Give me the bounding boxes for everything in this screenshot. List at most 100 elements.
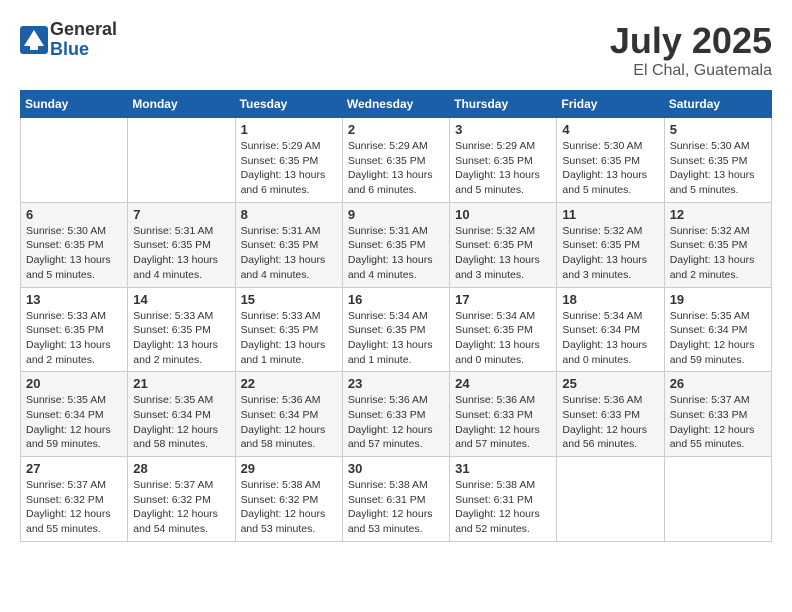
day-info: Sunrise: 5:32 AM Sunset: 6:35 PM Dayligh…: [455, 224, 551, 283]
calendar-cell: 20 Sunrise: 5:35 AM Sunset: 6:34 PM Dayli…: [21, 372, 128, 457]
day-number: 11: [562, 207, 658, 222]
day-info: Sunrise: 5:30 AM Sunset: 6:35 PM Dayligh…: [26, 224, 122, 283]
calendar-cell: [557, 457, 664, 542]
day-info: Sunrise: 5:33 AM Sunset: 6:35 PM Dayligh…: [26, 309, 122, 368]
day-info: Sunrise: 5:36 AM Sunset: 6:33 PM Dayligh…: [455, 393, 551, 452]
day-info: Sunrise: 5:30 AM Sunset: 6:35 PM Dayligh…: [670, 139, 766, 198]
day-number: 18: [562, 292, 658, 307]
day-info: Sunrise: 5:32 AM Sunset: 6:35 PM Dayligh…: [562, 224, 658, 283]
day-number: 7: [133, 207, 229, 222]
day-number: 23: [348, 376, 444, 391]
day-number: 3: [455, 122, 551, 137]
title-block: July 2025 El Chal, Guatemala: [610, 20, 772, 80]
day-number: 24: [455, 376, 551, 391]
day-info: Sunrise: 5:35 AM Sunset: 6:34 PM Dayligh…: [26, 393, 122, 452]
day-number: 21: [133, 376, 229, 391]
day-info: Sunrise: 5:30 AM Sunset: 6:35 PM Dayligh…: [562, 139, 658, 198]
weekday-header-thursday: Thursday: [450, 91, 557, 118]
calendar-cell: 2Sunrise: 5:29 AM Sunset: 6:35 PM Daylig…: [342, 118, 449, 203]
day-info: Sunrise: 5:31 AM Sunset: 6:35 PM Dayligh…: [241, 224, 337, 283]
day-number: 20: [26, 376, 122, 391]
day-info: Sunrise: 5:29 AM Sunset: 6:35 PM Dayligh…: [241, 139, 337, 198]
day-info: Sunrise: 5:36 AM Sunset: 6:33 PM Dayligh…: [562, 393, 658, 452]
day-number: 27: [26, 461, 122, 476]
calendar-cell: 4 Sunrise: 5:30 AM Sunset: 6:35 PM Daylig…: [557, 118, 664, 203]
calendar-cell: 9Sunrise: 5:31 AM Sunset: 6:35 PM Daylig…: [342, 202, 449, 287]
weekday-header-friday: Friday: [557, 91, 664, 118]
weekday-header-saturday: Saturday: [664, 91, 771, 118]
calendar-cell: 30 Sunrise: 5:38 AM Sunset: 6:31 PM Dayli…: [342, 457, 449, 542]
calendar-cell: 17Sunrise: 5:34 AM Sunset: 6:35 PM Dayli…: [450, 287, 557, 372]
logo-icon: [20, 26, 48, 54]
logo-general-text: General: [50, 20, 117, 40]
day-info: Sunrise: 5:35 AM Sunset: 6:34 PM Dayligh…: [133, 393, 229, 452]
day-info: Sunrise: 5:38 AM Sunset: 6:31 PM Dayligh…: [455, 478, 551, 537]
day-info: Sunrise: 5:37 AM Sunset: 6:32 PM Dayligh…: [133, 478, 229, 537]
weekday-header-row: SundayMondayTuesdayWednesdayThursdayFrid…: [21, 91, 772, 118]
day-info: Sunrise: 5:31 AM Sunset: 6:35 PM Dayligh…: [348, 224, 444, 283]
calendar-cell: 31 Sunrise: 5:38 AM Sunset: 6:31 PM Dayli…: [450, 457, 557, 542]
day-number: 26: [670, 376, 766, 391]
day-info: Sunrise: 5:33 AM Sunset: 6:35 PM Dayligh…: [241, 309, 337, 368]
day-info: Sunrise: 5:36 AM Sunset: 6:34 PM Dayligh…: [241, 393, 337, 452]
calendar-table: SundayMondayTuesdayWednesdayThursdayFrid…: [20, 90, 772, 542]
day-number: 17: [455, 292, 551, 307]
day-number: 25: [562, 376, 658, 391]
calendar-cell: 6 Sunrise: 5:30 AM Sunset: 6:35 PM Daylig…: [21, 202, 128, 287]
day-number: 10: [455, 207, 551, 222]
day-info: Sunrise: 5:33 AM Sunset: 6:35 PM Dayligh…: [133, 309, 229, 368]
calendar-cell: 27Sunrise: 5:37 AM Sunset: 6:32 PM Dayli…: [21, 457, 128, 542]
calendar-week-row: 20 Sunrise: 5:35 AM Sunset: 6:34 PM Dayli…: [21, 372, 772, 457]
calendar-cell: 24 Sunrise: 5:36 AM Sunset: 6:33 PM Dayli…: [450, 372, 557, 457]
calendar-cell: 22 Sunrise: 5:36 AM Sunset: 6:34 PM Dayli…: [235, 372, 342, 457]
day-number: 19: [670, 292, 766, 307]
calendar-cell: 10 Sunrise: 5:32 AM Sunset: 6:35 PM Dayli…: [450, 202, 557, 287]
month-year-title: July 2025: [610, 20, 772, 62]
calendar-cell: 21 Sunrise: 5:35 AM Sunset: 6:34 PM Dayli…: [128, 372, 235, 457]
calendar-cell: 16 Sunrise: 5:34 AM Sunset: 6:35 PM Dayli…: [342, 287, 449, 372]
day-number: 15: [241, 292, 337, 307]
day-number: 8: [241, 207, 337, 222]
day-info: Sunrise: 5:38 AM Sunset: 6:31 PM Dayligh…: [348, 478, 444, 537]
calendar-cell: 15 Sunrise: 5:33 AM Sunset: 6:35 PM Dayli…: [235, 287, 342, 372]
day-info: Sunrise: 5:36 AM Sunset: 6:33 PM Dayligh…: [348, 393, 444, 452]
weekday-header-monday: Monday: [128, 91, 235, 118]
calendar-cell: 5Sunrise: 5:30 AM Sunset: 6:35 PM Daylig…: [664, 118, 771, 203]
day-number: 13: [26, 292, 122, 307]
day-number: 31: [455, 461, 551, 476]
day-number: 14: [133, 292, 229, 307]
calendar-cell: 12 Sunrise: 5:32 AM Sunset: 6:35 PM Dayli…: [664, 202, 771, 287]
calendar-week-row: 6 Sunrise: 5:30 AM Sunset: 6:35 PM Daylig…: [21, 202, 772, 287]
weekday-header-sunday: Sunday: [21, 91, 128, 118]
day-info: Sunrise: 5:34 AM Sunset: 6:35 PM Dayligh…: [348, 309, 444, 368]
day-info: Sunrise: 5:29 AM Sunset: 6:35 PM Dayligh…: [455, 139, 551, 198]
day-info: Sunrise: 5:38 AM Sunset: 6:32 PM Dayligh…: [241, 478, 337, 537]
day-number: 4: [562, 122, 658, 137]
day-info: Sunrise: 5:32 AM Sunset: 6:35 PM Dayligh…: [670, 224, 766, 283]
calendar-cell: 29 Sunrise: 5:38 AM Sunset: 6:32 PM Dayli…: [235, 457, 342, 542]
day-number: 29: [241, 461, 337, 476]
day-number: 30: [348, 461, 444, 476]
calendar-cell: 8 Sunrise: 5:31 AM Sunset: 6:35 PM Daylig…: [235, 202, 342, 287]
calendar-cell: [128, 118, 235, 203]
logo-blue-text: Blue: [50, 40, 117, 60]
calendar-week-row: 1 Sunrise: 5:29 AM Sunset: 6:35 PM Daylig…: [21, 118, 772, 203]
day-number: 6: [26, 207, 122, 222]
weekday-header-tuesday: Tuesday: [235, 91, 342, 118]
calendar-cell: 19 Sunrise: 5:35 AM Sunset: 6:34 PM Dayli…: [664, 287, 771, 372]
day-number: 16: [348, 292, 444, 307]
calendar-cell: 25 Sunrise: 5:36 AM Sunset: 6:33 PM Dayli…: [557, 372, 664, 457]
calendar-cell: [664, 457, 771, 542]
day-info: Sunrise: 5:35 AM Sunset: 6:34 PM Dayligh…: [670, 309, 766, 368]
calendar-cell: [21, 118, 128, 203]
day-number: 1: [241, 122, 337, 137]
day-number: 22: [241, 376, 337, 391]
day-number: 2: [348, 122, 444, 137]
page-header: General Blue July 2025 El Chal, Guatemal…: [20, 20, 772, 80]
calendar-cell: 1 Sunrise: 5:29 AM Sunset: 6:35 PM Daylig…: [235, 118, 342, 203]
location-subtitle: El Chal, Guatemala: [610, 62, 772, 80]
logo: General Blue: [20, 20, 117, 60]
weekday-header-wednesday: Wednesday: [342, 91, 449, 118]
calendar-week-row: 13 Sunrise: 5:33 AM Sunset: 6:35 PM Dayli…: [21, 287, 772, 372]
day-number: 12: [670, 207, 766, 222]
